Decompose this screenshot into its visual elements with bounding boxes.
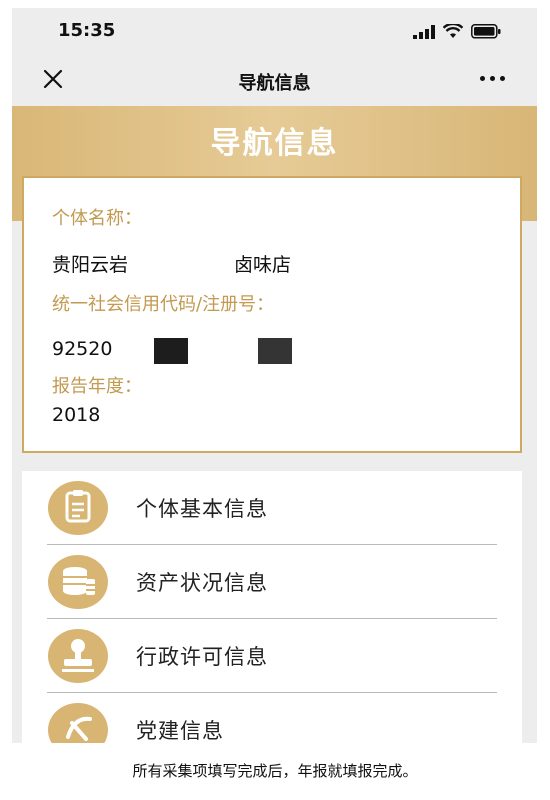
- stamp-icon: [48, 629, 108, 683]
- business-name-value-part2: 卤味店: [234, 254, 292, 276]
- menu-item-label: 行政许可信息: [136, 645, 268, 669]
- report-year-label: 报告年度：: [52, 376, 142, 397]
- phone-screen: 15:35 导航信息 导航信息 个体名称： 贵阳云岩 卤味店 统一社会信用代码/…: [12, 8, 537, 743]
- signal-icon: [413, 24, 435, 39]
- business-info-card: 个体名称： 贵阳云岩 卤味店 统一社会信用代码/注册号： 92520 报告年度：…: [22, 176, 522, 453]
- caption-text: 所有采集项填写完成后，年报就填报完成。: [132, 762, 418, 780]
- credit-code-label: 统一社会信用代码/注册号：: [52, 294, 275, 315]
- coins-icon: [48, 555, 108, 609]
- redaction-block: [258, 338, 292, 364]
- more-menu-icon[interactable]: [480, 76, 505, 81]
- menu-item-label: 党建信息: [136, 719, 224, 743]
- business-name-value-part1: 贵阳云岩: [52, 254, 129, 276]
- clipboard-icon: [48, 481, 108, 535]
- party-emblem-icon: [48, 703, 108, 743]
- status-icons: [413, 24, 501, 39]
- nav-title: 导航信息: [238, 73, 311, 94]
- status-bar: 15:35: [12, 8, 537, 56]
- menu-item-assets-info[interactable]: 资产状况信息: [22, 545, 522, 619]
- menu-list: 个体基本信息 资产状况信息 行政许可信息 党建信息: [22, 471, 522, 743]
- report-year-value: 2018: [52, 404, 101, 426]
- status-time: 15:35: [58, 20, 116, 41]
- menu-item-party-info[interactable]: 党建信息: [22, 693, 522, 743]
- wifi-icon: [443, 24, 463, 38]
- menu-item-label: 个体基本信息: [136, 497, 268, 521]
- business-name-label: 个体名称：: [52, 208, 142, 229]
- credit-code-value: 92520: [52, 338, 113, 360]
- menu-item-basic-info[interactable]: 个体基本信息: [22, 471, 522, 545]
- menu-item-label: 资产状况信息: [136, 571, 268, 595]
- nav-bar: 导航信息: [12, 56, 537, 106]
- battery-icon: [471, 24, 501, 39]
- banner-title: 导航信息: [210, 126, 339, 161]
- menu-item-license-info[interactable]: 行政许可信息: [22, 619, 522, 693]
- redaction-block: [154, 338, 188, 364]
